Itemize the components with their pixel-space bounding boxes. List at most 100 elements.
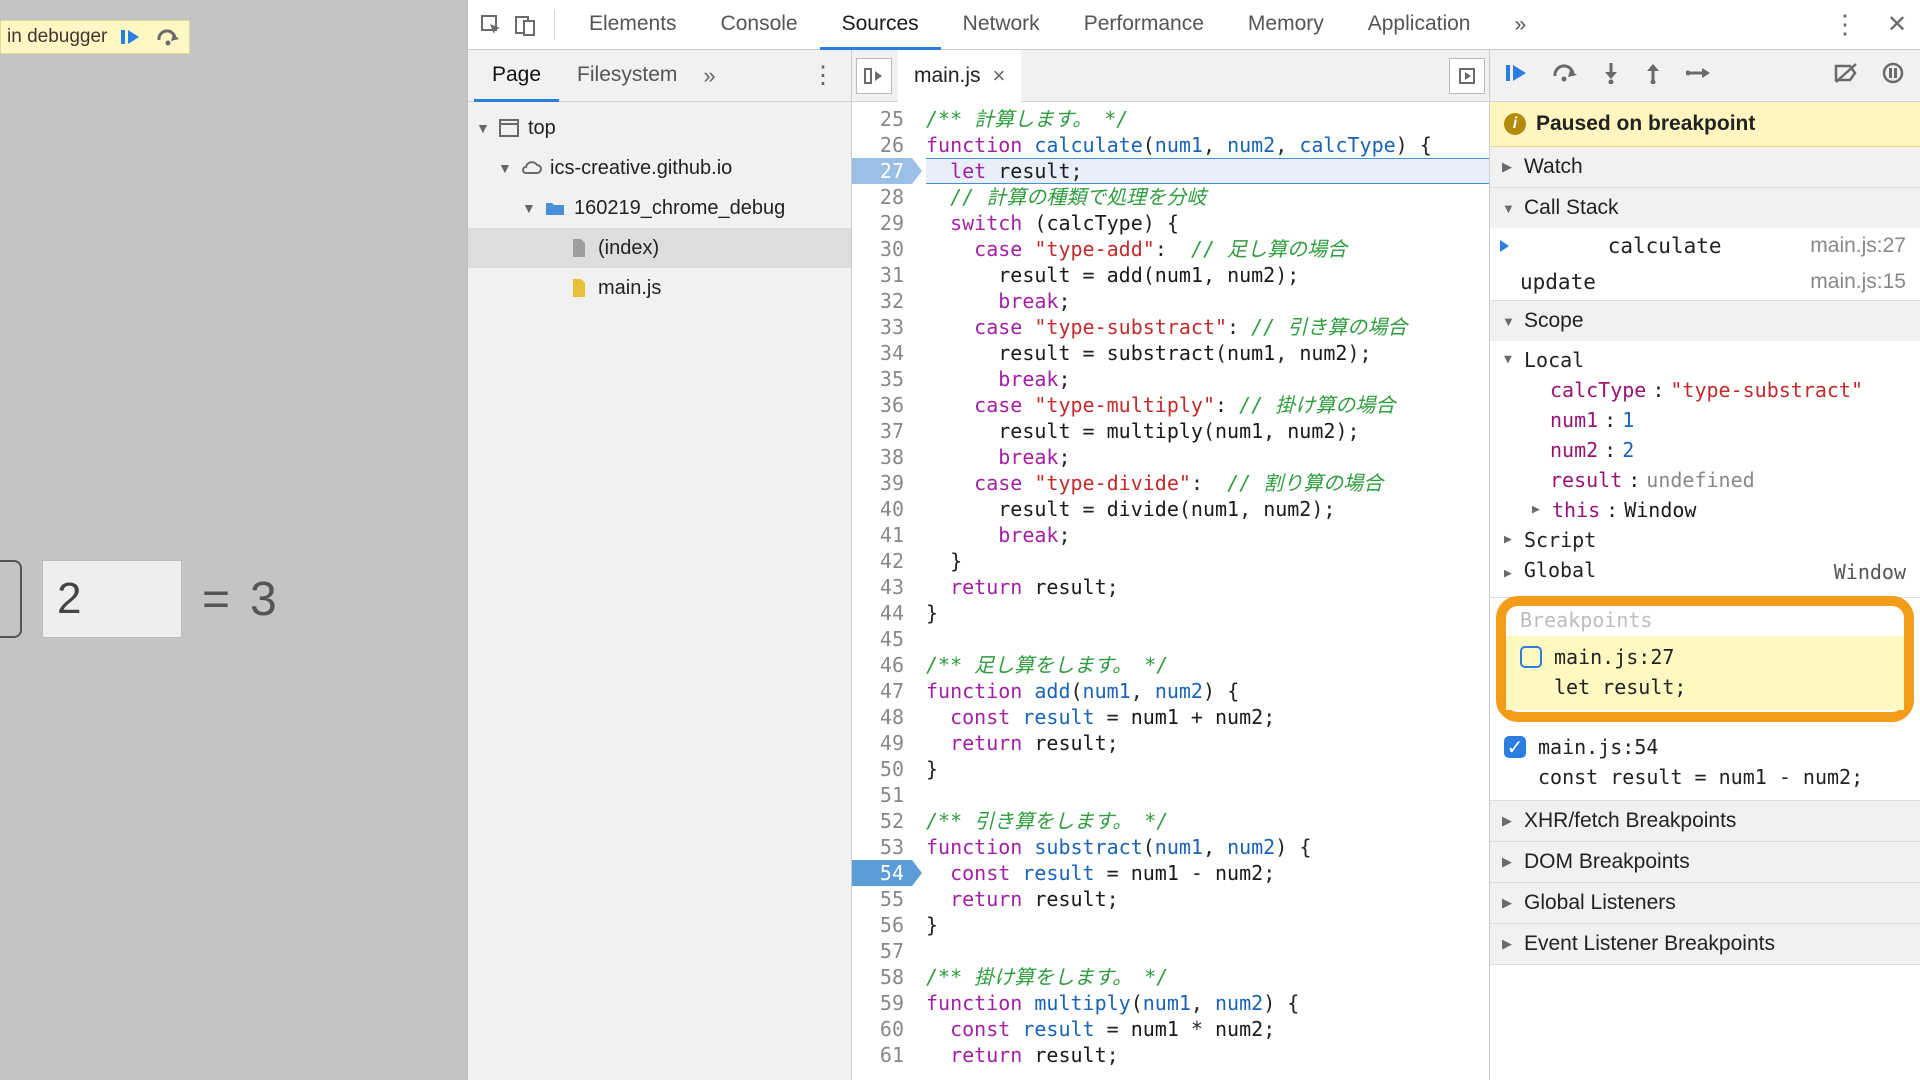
code-line[interactable]: // 計算の種類で処理を分岐 [926,184,1489,210]
gutter-line[interactable]: 33 [852,314,912,340]
close-icon[interactable]: ✕ [1880,8,1914,42]
code-line[interactable]: } [926,548,1489,574]
code-line[interactable]: break; [926,288,1489,314]
code-line[interactable]: result = add(num1, num2); [926,262,1489,288]
code-line[interactable]: switch (calcType) { [926,210,1489,236]
code-line[interactable]: case "type-multiply": // 掛け算の場合 [926,392,1489,418]
scope-script-header[interactable]: ▶Script [1504,525,1920,555]
code-editor[interactable]: 2526272829303132333435363738394041424344… [852,102,1489,1080]
code-line[interactable] [926,782,1489,808]
step-over-icon[interactable] [155,24,183,50]
code-line[interactable] [926,626,1489,652]
step-icon[interactable] [1686,63,1712,88]
code-line[interactable]: case "type-add": // 足し算の場合 [926,236,1489,262]
gutter-line[interactable]: 48 [852,704,912,730]
step-out-icon[interactable] [1644,62,1662,89]
devtools-tab-memory[interactable]: Memory [1226,0,1346,49]
editor-tab[interactable]: main.js × [898,50,1021,102]
close-icon[interactable]: × [993,63,1006,89]
gutter-line[interactable]: 47 [852,678,912,704]
navigator-tab-page[interactable]: Page [474,50,559,102]
section-watch[interactable]: ▶Watch [1490,147,1920,188]
gutter-line[interactable]: 50 [852,756,912,782]
kebab-icon[interactable]: ⋮ [1828,8,1862,42]
code-line[interactable]: const result = num1 * num2; [926,1016,1489,1042]
code-line[interactable]: return result; [926,730,1489,756]
navigator-kebab-icon[interactable]: ⋮ [811,61,845,90]
section-global-listeners[interactable]: ▶Global Listeners [1490,883,1920,924]
section-header[interactable]: ▼Call Stack [1490,188,1920,228]
code-line[interactable]: } [926,600,1489,626]
section-xhr-breakpoints[interactable]: ▶XHR/fetch Breakpoints [1490,801,1920,842]
gutter-line[interactable]: 45 [852,626,912,652]
gutter-line[interactable]: 61 [852,1042,912,1068]
code-lines[interactable]: /** 計算します。 */function calculate(num1, nu… [912,102,1489,1080]
code-line[interactable]: } [926,756,1489,782]
code-line[interactable]: case "type-substract": // 引き算の場合 [926,314,1489,340]
gutter-line[interactable]: 26 [852,132,912,158]
resume-icon[interactable] [1506,63,1528,88]
code-line[interactable]: /** 足し算をします。 */ [926,652,1489,678]
gutter-line[interactable]: 40 [852,496,912,522]
gutter-line[interactable]: 42 [852,548,912,574]
device-toggle-icon[interactable] [508,8,542,42]
breakpoint-item[interactable]: ✓main.js:54const result = num1 - num2; [1490,726,1920,800]
devtools-tab-elements[interactable]: Elements [567,0,699,49]
inspect-icon[interactable] [474,8,508,42]
gutter-line[interactable]: 41 [852,522,912,548]
code-line[interactable]: function multiply(num1, num2) { [926,990,1489,1016]
gutter-line[interactable]: 49 [852,730,912,756]
section-dom-breakpoints[interactable]: ▶DOM Breakpoints [1490,842,1920,883]
section-header[interactable]: ▼Scope [1490,301,1920,341]
code-line[interactable]: break; [926,366,1489,392]
scope-variable[interactable]: num1: 1 [1532,405,1920,435]
code-line[interactable]: return result; [926,574,1489,600]
code-line[interactable]: result = multiply(num1, num2); [926,418,1489,444]
gutter-line[interactable]: 38 [852,444,912,470]
scope-global-header[interactable]: ▶ Global Window [1504,555,1920,589]
gutter-line[interactable]: 55 [852,886,912,912]
navigator-tab-more[interactable]: » [703,63,715,89]
gutter-line[interactable]: 60 [852,1016,912,1042]
gutter-line[interactable]: 54 [852,860,912,886]
gutter-line[interactable]: 58 [852,964,912,990]
code-line[interactable]: let result; [926,158,1489,184]
section-event-listener-breakpoints[interactable]: ▶Event Listener Breakpoints [1490,924,1920,965]
gutter-line[interactable]: 35 [852,366,912,392]
gutter-line[interactable]: 52 [852,808,912,834]
gutter-line[interactable]: 46 [852,652,912,678]
scope-variable[interactable]: result: undefined [1532,465,1920,495]
tree-file-mainjs[interactable]: main.js [468,268,851,308]
gutter-line[interactable]: 44 [852,600,912,626]
select-close-icon[interactable] [0,560,22,638]
coverage-play-icon[interactable] [1449,58,1485,94]
gutter-line[interactable]: 51 [852,782,912,808]
devtools-tab-console[interactable]: Console [699,0,820,49]
gutter-line[interactable]: 36 [852,392,912,418]
devtools-tab-more[interactable]: » [1492,0,1548,50]
scope-variable[interactable]: calcType: "type-substract" [1532,375,1920,405]
code-line[interactable]: const result = num1 - num2; [926,860,1489,886]
scope-variable[interactable]: ▶ this: Window [1532,495,1920,525]
gutter-line[interactable]: 32 [852,288,912,314]
tree-origin[interactable]: ▼ ics-creative.github.io [468,148,851,188]
devtools-tab-network[interactable]: Network [941,0,1062,49]
code-line[interactable]: break; [926,522,1489,548]
gutter-line[interactable]: 28 [852,184,912,210]
callstack-frame[interactable]: updatemain.js:15 [1490,264,1920,300]
show-navigator-icon[interactable] [856,58,892,94]
code-line[interactable]: /** 計算します。 */ [926,106,1489,132]
devtools-tab-application[interactable]: Application [1346,0,1493,49]
code-line[interactable]: result = substract(num1, num2); [926,340,1489,366]
gutter-line[interactable]: 59 [852,990,912,1016]
devtools-tab-sources[interactable]: Sources [820,0,941,50]
code-line[interactable]: return result; [926,886,1489,912]
gutter-line[interactable]: 34 [852,340,912,366]
gutter-line[interactable]: 27 [852,158,912,184]
code-line[interactable]: const result = num1 + num2; [926,704,1489,730]
breakpoint-item[interactable]: main.js:27let result; [1506,636,1904,710]
code-line[interactable]: break; [926,444,1489,470]
gutter-line[interactable]: 25 [852,106,912,132]
checkbox-icon[interactable] [1520,646,1542,668]
gutter-line[interactable]: 29 [852,210,912,236]
